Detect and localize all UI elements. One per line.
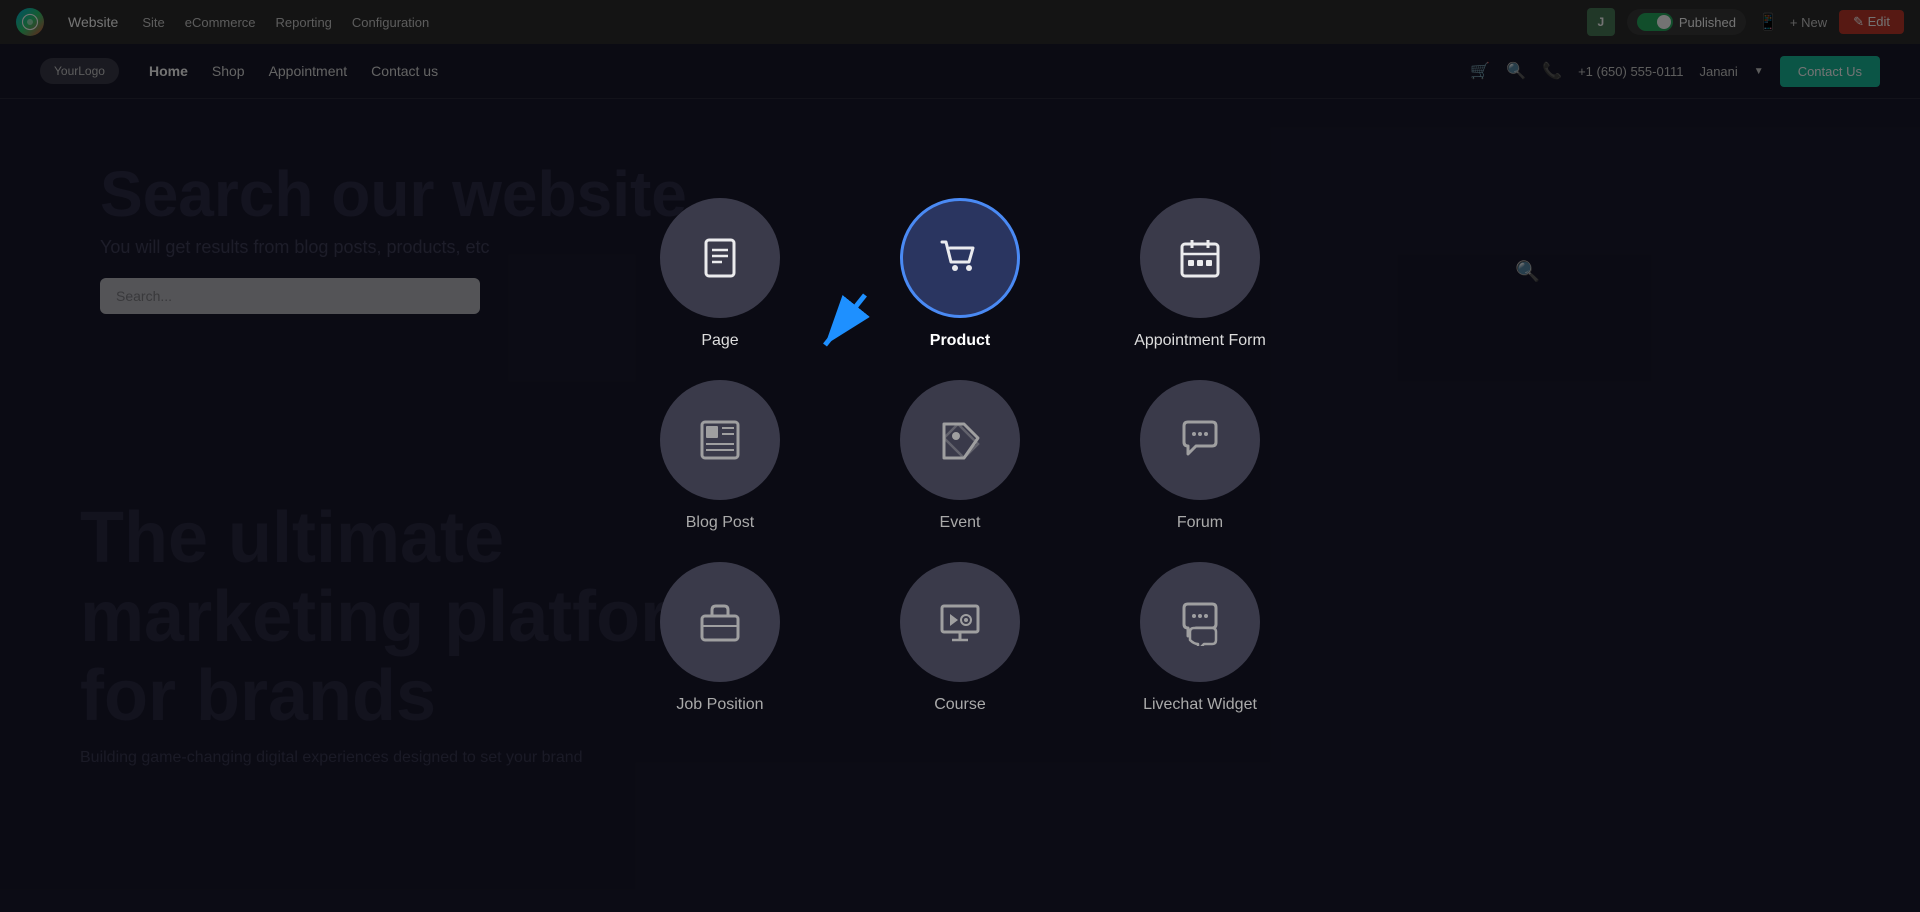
blog-label: Blog Post <box>686 514 754 532</box>
event-tag-icon <box>936 416 984 464</box>
course-presentation-icon <box>936 598 984 646</box>
event-label: Event <box>940 514 981 532</box>
page-label: Page <box>701 332 738 350</box>
forum-icon-circle[interactable] <box>1140 380 1260 500</box>
item-forum[interactable]: Forum <box>1100 380 1300 532</box>
course-label: Course <box>934 696 986 714</box>
course-icon-circle[interactable] <box>900 562 1020 682</box>
livechat-icon-circle[interactable] <box>1140 562 1260 682</box>
icon-grid: Page Product <box>600 178 1320 734</box>
item-page[interactable]: Page <box>620 198 820 350</box>
product-label: Product <box>930 332 990 350</box>
page-icon <box>696 234 744 282</box>
event-icon-circle[interactable] <box>900 380 1020 500</box>
item-event[interactable]: Event <box>860 380 1060 532</box>
job-icon-circle[interactable] <box>660 562 780 682</box>
livechat-icon <box>1176 598 1224 646</box>
appointment-label: Appointment Form <box>1134 332 1266 350</box>
item-product[interactable]: Product <box>860 198 1060 350</box>
new-page-modal: Page Product <box>600 178 1320 734</box>
blue-arrow-indicator <box>805 285 885 365</box>
item-course[interactable]: Course <box>860 562 1060 714</box>
job-briefcase-icon <box>696 598 744 646</box>
item-job-position[interactable]: Job Position <box>620 562 820 714</box>
blog-icon <box>696 416 744 464</box>
appointment-icon-circle[interactable] <box>1140 198 1260 318</box>
item-livechat[interactable]: Livechat Widget <box>1100 562 1300 714</box>
appointment-calendar-icon <box>1176 234 1224 282</box>
forum-label: Forum <box>1177 514 1223 532</box>
blog-icon-circle[interactable] <box>660 380 780 500</box>
page-icon-circle[interactable] <box>660 198 780 318</box>
item-appointment-form[interactable]: Appointment Form <box>1100 198 1300 350</box>
product-cart-icon <box>936 234 984 282</box>
livechat-label: Livechat Widget <box>1143 696 1257 714</box>
item-blog-post[interactable]: Blog Post <box>620 380 820 532</box>
forum-chat-icon <box>1176 416 1224 464</box>
product-icon-circle[interactable] <box>900 198 1020 318</box>
job-label: Job Position <box>676 696 763 714</box>
